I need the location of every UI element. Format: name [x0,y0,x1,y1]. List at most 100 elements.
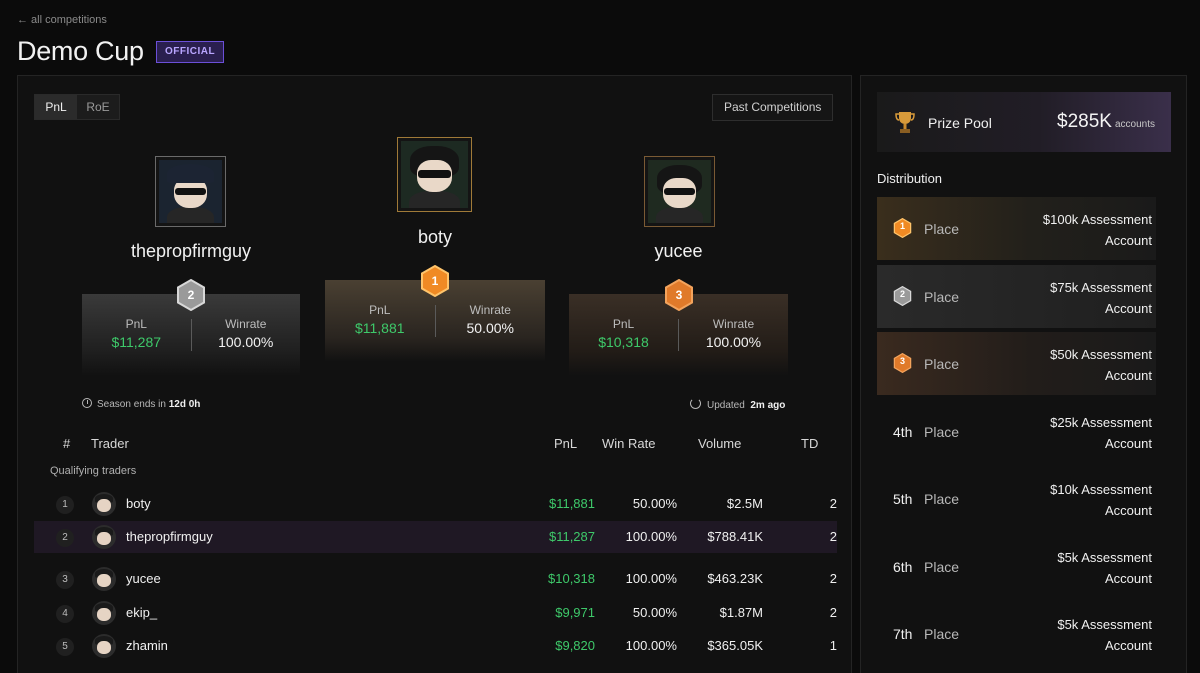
trader-avatar [92,634,116,658]
podium-avatar-3[interactable] [644,156,715,227]
metric-toggle: PnL RoE [34,94,120,120]
row-td: 2 [829,529,837,544]
past-competitions-button[interactable]: Past Competitions [712,94,834,121]
qualifying-traders-label: Qualifying traders [50,465,137,477]
season-ends-info: Season ends in 12d 0h [82,398,200,410]
refresh-icon[interactable] [690,398,701,409]
row-volume: $788.41K [707,529,763,544]
place-label: Place [924,424,960,440]
row-trader-name[interactable]: ekip_ [126,605,157,620]
prize-panel: Prize Pool $285K accounts Distribution 1 … [860,75,1187,673]
trader-avatar [92,567,116,591]
distribution-item-7: 7th Place $5k Assessment Account [877,602,1156,665]
col-header-td[interactable]: TD [801,436,818,451]
stat-winrate: 100.00% [705,334,762,350]
leaderboard-panel: PnL RoE Past Competitions thepropfirmguy… [17,75,852,673]
place-prize: $75k Assessment Account [1050,280,1152,316]
podium-name-2[interactable]: thepropfirmguy [82,241,300,262]
stat-label: PnL [125,317,147,331]
podium-avatar-1[interactable] [397,137,472,212]
back-to-competitions-link[interactable]: ← all competitions [17,14,107,26]
row-td: 2 [829,571,837,586]
prize-pool-value: $285K accounts [1057,111,1155,132]
row-winrate: 100.00% [625,571,677,586]
row-volume: $463.23K [707,571,763,586]
col-header-rank: # [63,436,71,451]
col-header-volume[interactable]: Volume [698,436,741,451]
distribution-item-1: 1 Place $100k Assessment Account [877,197,1156,260]
place-label: Place [924,221,960,237]
rank-2-hex-icon: 2 [893,285,912,307]
distribution-item-5: 5th Place $10k Assessment Account [877,467,1156,530]
row-rank: 2 [56,529,74,547]
rank-3-hex-icon: 3 [893,352,912,374]
trophy-icon [895,112,915,133]
rank-1-hex-icon: 1 [420,265,450,297]
place-prize: $50k Assessment Account [1050,347,1152,383]
row-pnl: $9,820 [555,638,595,653]
row-volume: $365.05K [707,638,763,653]
row-rank: 1 [56,496,74,514]
row-winrate: 50.00% [632,605,677,620]
trader-avatar [92,525,116,549]
toggle-roe[interactable]: RoE [77,95,119,119]
row-rank: 4 [56,605,74,623]
podium-name-1[interactable]: boty [325,227,545,248]
row-td: 2 [829,605,837,620]
distribution-item-2: 2 Place $75k Assessment Account [877,265,1156,328]
table-row[interactable]: 1 boty $11,881 50.00% $2.5M 2 [34,488,837,520]
row-trader-name[interactable]: thepropfirmguy [126,529,213,544]
row-rank: 5 [56,638,74,656]
row-volume: $1.87M [719,605,763,620]
col-header-winrate[interactable]: Win Rate [602,436,655,451]
col-header-pnl[interactable]: PnL [554,436,577,451]
row-trader-name[interactable]: boty [126,496,151,511]
place-prize: $100k Assessment Account [1042,212,1152,248]
row-winrate: 100.00% [625,529,677,544]
distribution-title: Distribution [877,171,943,186]
table-row[interactable]: 5 zhamin $9,820 100.00% $365.05K 1 [34,630,837,662]
row-pnl: $11,287 [548,529,595,544]
row-trader-name[interactable]: yucee [126,571,161,586]
place-label: Place [924,491,960,507]
rank-3-hex-icon: 3 [664,279,694,311]
stat-label: Winrate [712,317,755,331]
stat-pnl: $11,881 [354,320,405,336]
distribution-item-3: 3 Place $50k Assessment Account [877,332,1156,395]
row-trader-name[interactable]: zhamin [126,638,168,653]
prize-pool-card: Prize Pool $285K accounts [877,92,1171,152]
page-title: Demo Cup [17,36,144,66]
place-label: Place [924,559,960,575]
toggle-pnl[interactable]: PnL [35,95,77,119]
row-pnl: $11,881 [548,496,595,511]
stat-label: Winrate [469,303,511,317]
podium-name-3[interactable]: yucee [569,241,788,262]
stat-label: PnL [369,303,391,317]
updated-info: Updated 2m ago [690,398,785,411]
prize-pool-label: Prize Pool [928,115,992,131]
place-label: Place [924,356,960,372]
clock-icon [82,398,92,408]
stat-pnl: $11,287 [111,334,162,350]
rank-2-hex-icon: 2 [176,279,206,311]
stat-pnl: $10,318 [598,334,649,350]
place-prize: $5k Assessment Account [1057,617,1152,653]
trader-avatar [92,601,116,625]
table-row[interactable]: 3 yucee $10,318 100.00% $463.23K 2 [34,563,837,595]
place-number: 4th [893,424,913,440]
place-number: 7th [893,626,913,642]
rank-1-hex-icon: 1 [893,217,912,239]
row-td: 2 [829,496,837,511]
row-winrate: 100.00% [625,638,677,653]
stat-winrate: 100.00% [218,334,274,350]
col-header-trader: Trader [91,436,129,451]
podium-avatar-2[interactable] [155,156,226,227]
place-number: 6th [893,559,913,575]
table-row[interactable]: 4 ekip_ $9,971 50.00% $1.87M 2 [34,597,837,629]
distribution-item-4: 4th Place $25k Assessment Account [877,400,1156,463]
distribution-item-6: 6th Place $5k Assessment Account [877,535,1156,598]
stat-label: Winrate [225,317,267,331]
table-row[interactable]: 2 thepropfirmguy $11,287 100.00% $788.41… [34,521,837,553]
row-rank: 3 [56,571,74,589]
trader-avatar [92,492,116,516]
